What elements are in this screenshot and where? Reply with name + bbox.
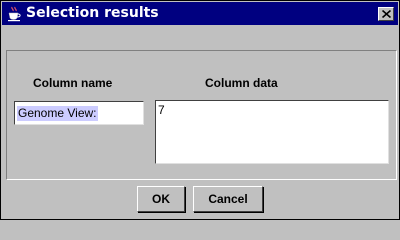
- ok-button[interactable]: OK: [137, 186, 185, 212]
- java-cup-icon: [6, 6, 22, 22]
- column-name-label: Column name: [33, 76, 113, 90]
- close-button[interactable]: [378, 7, 394, 21]
- column-name-field[interactable]: Genome View:: [14, 101, 144, 125]
- column-name-value: Genome View:: [17, 106, 98, 121]
- selection-results-dialog: Selection results Column name Column dat…: [0, 0, 400, 220]
- column-data-textarea[interactable]: 7: [155, 100, 389, 164]
- close-icon: [382, 10, 391, 18]
- window-title: Selection results: [26, 5, 159, 21]
- cancel-button[interactable]: Cancel: [193, 186, 263, 212]
- title-bar[interactable]: Selection results: [2, 2, 398, 25]
- column-data-label: Column data: [205, 76, 278, 90]
